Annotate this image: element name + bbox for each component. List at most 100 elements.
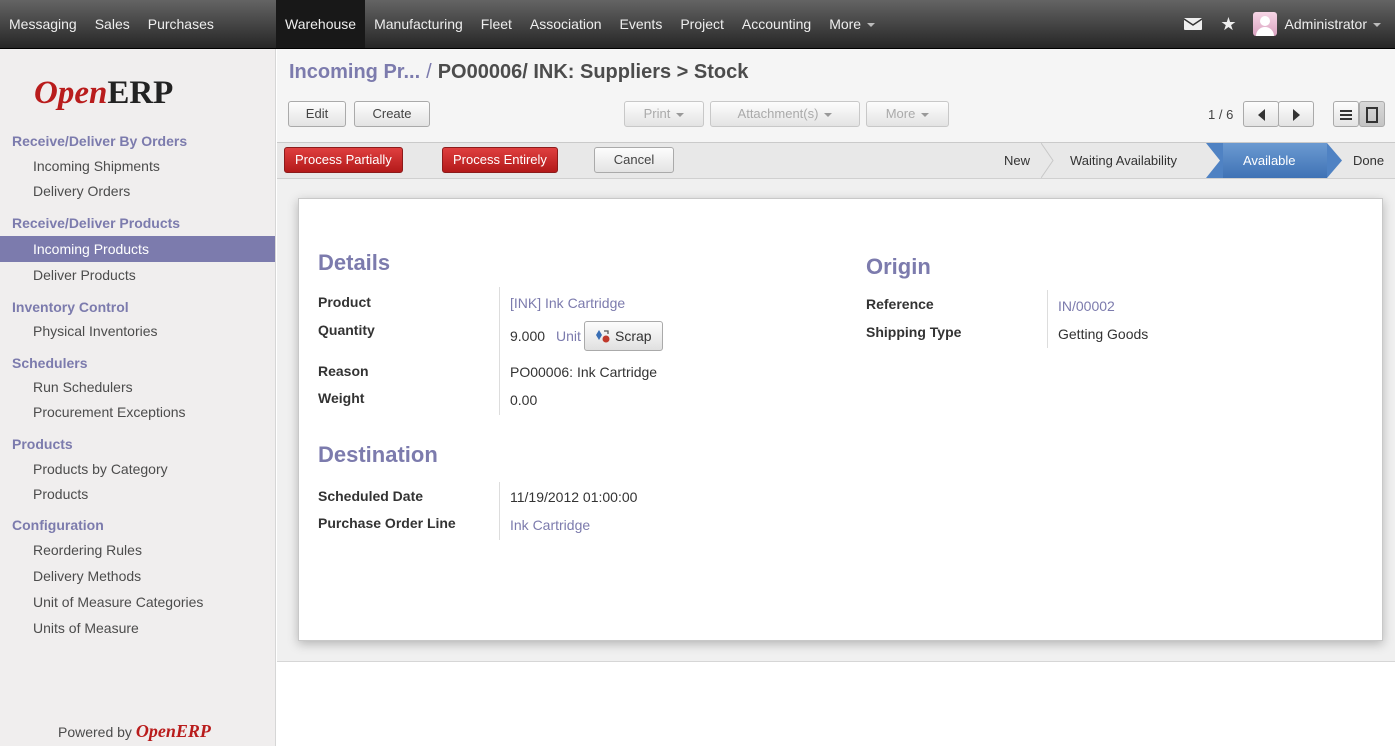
form-view-button[interactable] [1359, 101, 1385, 127]
menu-more[interactable]: More [820, 0, 884, 48]
menu-events[interactable]: Events [611, 0, 672, 48]
stage-done[interactable]: Done [1353, 143, 1384, 178]
chevron-down-icon [824, 112, 833, 117]
list-view-button[interactable] [1333, 101, 1359, 127]
field-separator [499, 482, 500, 540]
print-button[interactable]: Print [624, 101, 704, 127]
breadcrumb-parent[interactable]: Incoming Pr... [289, 61, 420, 83]
purchase-order-line-value[interactable]: Ink Cartridge [510, 517, 590, 533]
scrap-label: Scrap [615, 328, 652, 344]
menu-messaging[interactable]: Messaging [0, 0, 86, 48]
details-title: Details [318, 250, 391, 275]
stage-available[interactable]: Available [1223, 143, 1327, 178]
field-separator [1047, 290, 1048, 348]
arrow-left-icon [1257, 108, 1265, 121]
create-button[interactable]: Create [354, 101, 430, 127]
top-left-menu: Messaging Sales Purchases [0, 0, 223, 48]
section-title: Products [12, 436, 73, 452]
section-title: Inventory Control [12, 299, 129, 315]
star-icon[interactable]: ★ [1220, 14, 1236, 35]
cancel-button[interactable]: Cancel [594, 147, 674, 173]
origin-title: Origin [866, 254, 931, 279]
menu-purchases[interactable]: Purchases [139, 0, 223, 48]
chevron-down-icon [676, 112, 685, 117]
sidebar: OpenERP Receive/Deliver By Orders Incomi… [0, 49, 276, 746]
mail-icon[interactable] [1184, 18, 1203, 30]
sidebar-item-products[interactable]: Products [0, 481, 275, 507]
powered-by-text: Powered by [58, 724, 132, 740]
powered-by-brand[interactable]: OpenERP [136, 721, 211, 741]
menu-manufacturing[interactable]: Manufacturing [365, 0, 472, 48]
attachments-label: Attachment(s) [737, 106, 819, 121]
pager-next-button[interactable] [1278, 101, 1314, 127]
process-entirely-button[interactable]: Process Entirely [442, 147, 558, 173]
more-label: More [885, 106, 916, 121]
field-separator [499, 287, 500, 415]
view-header: Incoming Pr... / PO00006/ INK: Suppliers >… [277, 49, 1395, 143]
process-partially-button[interactable]: Process Partially [284, 147, 403, 173]
weight-label: Weight [318, 390, 365, 406]
sidebar-item-units-of-measure[interactable]: Units of Measure [0, 615, 275, 641]
product-label: Product [318, 294, 371, 310]
weight-value: 0.00 [510, 392, 538, 408]
form-icon [1366, 106, 1378, 123]
more-button[interactable]: More [866, 101, 949, 127]
breadcrumb: Incoming Pr... / PO00006/ INK: Suppliers >… [289, 61, 748, 84]
menu-fleet[interactable]: Fleet [472, 0, 521, 48]
chevron-down-icon [921, 112, 930, 117]
sidebar-item-incoming-products[interactable]: Incoming Products [0, 236, 275, 262]
scheduled-date-value: 11/19/2012 01:00:00 [510, 489, 638, 505]
quantity-value: 9.000 [510, 328, 546, 344]
openerp-logo[interactable]: OpenERP [34, 75, 173, 112]
sidebar-item-delivery-methods[interactable]: Delivery Methods [0, 563, 275, 589]
avatar[interactable] [1252, 12, 1277, 36]
stage-current-arrow [1327, 143, 1342, 178]
menu-sales[interactable]: Sales [86, 0, 139, 48]
sidebar-item-procurement-exceptions[interactable]: Procurement Exceptions [0, 399, 275, 425]
scrap-button[interactable]: Scrap [584, 321, 663, 351]
reason-label: Reason [318, 363, 369, 379]
chevron-down-icon [1373, 23, 1381, 28]
sidebar-item-physical-inventories[interactable]: Physical Inventories [0, 318, 275, 344]
attachments-button[interactable]: Attachment(s) [710, 101, 860, 127]
sidebar-item-incoming-shipments[interactable]: Incoming Shipments [0, 153, 275, 179]
logo-erp: ERP [107, 75, 174, 111]
sidebar-item-products-by-category[interactable]: Products by Category [0, 456, 275, 482]
scheduled-date-label: Scheduled Date [318, 488, 424, 504]
shipping-type-label: Shipping Type [866, 324, 962, 340]
stage-new[interactable]: New [1004, 143, 1030, 178]
sidebar-item-delivery-orders[interactable]: Delivery Orders [0, 178, 275, 204]
user-menu[interactable]: Administrator [1285, 16, 1381, 32]
quantity-unit[interactable]: Unit [556, 328, 581, 344]
sidebar-item-reordering-rules[interactable]: Reordering Rules [0, 537, 275, 563]
form-sheet: Details Product [INK] Ink Cartridge Quan… [298, 198, 1383, 641]
top-menu-bar: Messaging Sales Purchases Warehouse Manu… [0, 0, 1395, 49]
sidebar-item-run-schedulers[interactable]: Run Schedulers [0, 374, 275, 400]
shipping-type-value: Getting Goods [1058, 326, 1149, 342]
stage-waiting-availability[interactable]: Waiting Availability [1070, 143, 1177, 178]
purchase-order-line-label: Purchase Order Line [318, 515, 456, 531]
menu-project[interactable]: Project [671, 0, 733, 48]
breadcrumb-separator: / [426, 61, 432, 83]
list-icon [1340, 109, 1352, 120]
sidebar-item-uom-categories[interactable]: Unit of Measure Categories [0, 589, 275, 615]
section-title: Schedulers [12, 355, 88, 371]
pager-counter: 1 / 6 [1208, 107, 1234, 122]
destination-title: Destination [318, 442, 438, 467]
stage-separator [1206, 143, 1223, 178]
top-right-tools: ★ Administrator [1184, 0, 1395, 48]
product-value[interactable]: [INK] Ink Cartridge [510, 295, 625, 311]
edit-button[interactable]: Edit [288, 101, 346, 127]
reference-value[interactable]: IN/00002 [1058, 298, 1115, 314]
pager-previous-button[interactable] [1243, 101, 1279, 127]
section-title: Configuration [12, 517, 104, 533]
scrap-icon [596, 330, 610, 343]
menu-accounting[interactable]: Accounting [733, 0, 820, 48]
menu-warehouse[interactable]: Warehouse [276, 0, 366, 48]
arrow-right-icon [1292, 108, 1300, 121]
menu-association[interactable]: Association [521, 0, 611, 48]
sidebar-item-deliver-products[interactable]: Deliver Products [0, 262, 275, 288]
logo-open: Open [34, 75, 108, 111]
chevron-down-icon [867, 23, 876, 28]
reason-value: PO00006: Ink Cartridge [510, 364, 658, 380]
